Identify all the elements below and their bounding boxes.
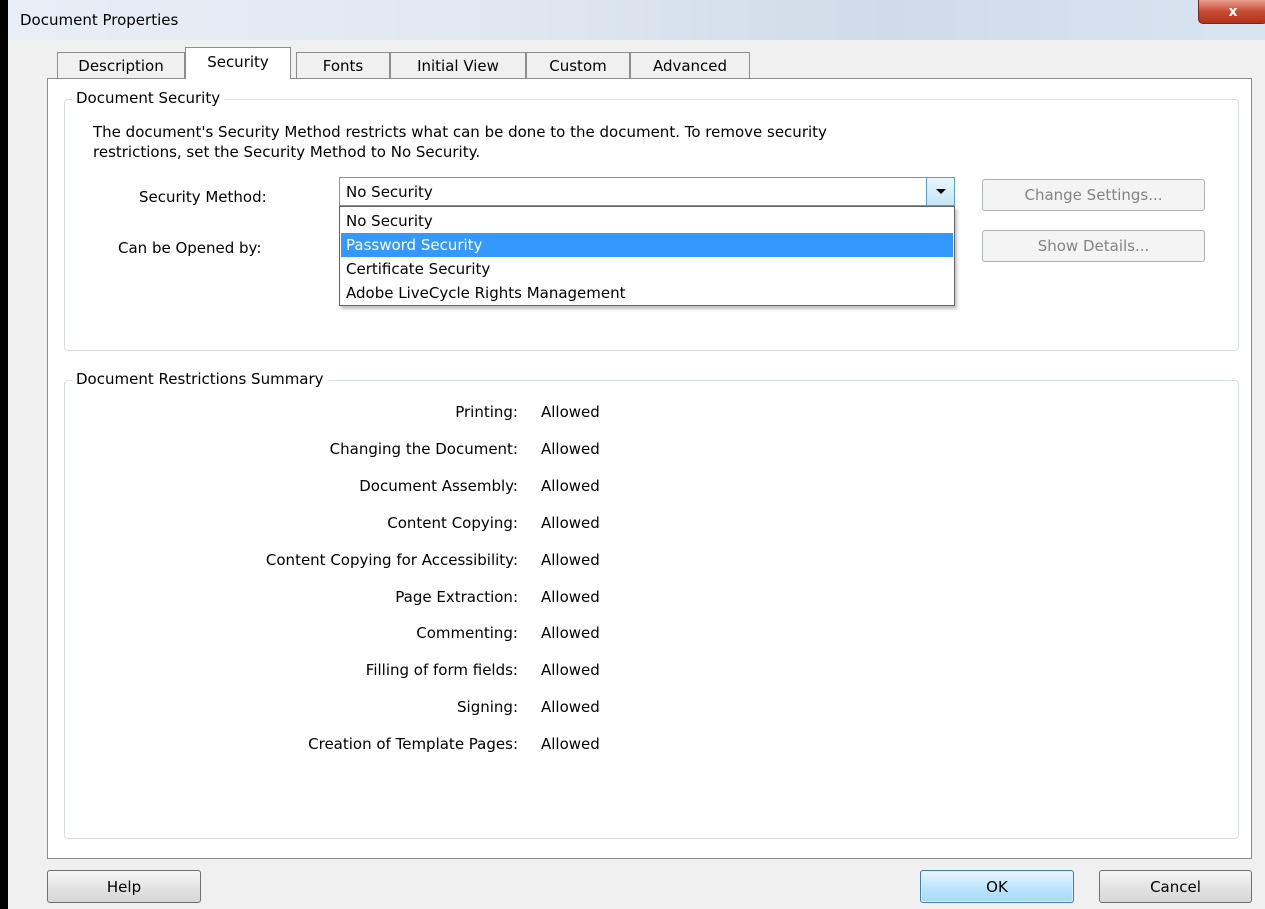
cancel-button[interactable]: Cancel bbox=[1099, 870, 1252, 903]
help-label: Help bbox=[106, 877, 142, 896]
tab-label: Fonts bbox=[322, 56, 364, 75]
restriction-label: Content Copying: bbox=[387, 514, 518, 532]
window-title: Document Properties bbox=[20, 11, 179, 29]
ok-label: OK bbox=[986, 877, 1008, 896]
tab-initial-view[interactable]: Initial View bbox=[390, 52, 526, 78]
ok-button[interactable]: OK bbox=[920, 870, 1074, 903]
dropdown-arrow-button[interactable] bbox=[926, 178, 954, 205]
restrictions-summary-title: Document Restrictions Summary bbox=[72, 370, 328, 388]
security-method-select[interactable]: No Security bbox=[339, 177, 955, 206]
help-button[interactable]: Help bbox=[47, 870, 201, 903]
restriction-value: Allowed bbox=[541, 477, 600, 495]
restriction-label: Commenting: bbox=[416, 624, 518, 642]
tab-security[interactable]: Security bbox=[185, 47, 291, 79]
security-description: The document's Security Method restricts… bbox=[93, 123, 827, 141]
restriction-label: Changing the Document: bbox=[329, 440, 518, 458]
cancel-label: Cancel bbox=[1150, 877, 1201, 896]
restriction-label: Content Copying for Accessibility: bbox=[265, 551, 518, 569]
restriction-label: Document Assembly: bbox=[359, 477, 518, 495]
show-details-button[interactable]: Show Details... bbox=[982, 230, 1205, 262]
tab-description[interactable]: Description bbox=[57, 52, 185, 78]
restriction-value: Allowed bbox=[541, 698, 600, 716]
show-details-label: Show Details... bbox=[1037, 237, 1150, 255]
security-method-dropdown-list: No Security Password Security Certificat… bbox=[339, 206, 955, 306]
change-settings-button[interactable]: Change Settings... bbox=[982, 179, 1205, 211]
security-description-continued: restrictions, set the Security Method to… bbox=[93, 143, 481, 161]
restriction-label: Filling of form fields: bbox=[365, 661, 518, 679]
tab-advanced[interactable]: Advanced bbox=[630, 52, 750, 78]
restriction-value: Allowed bbox=[541, 440, 600, 458]
dropdown-option-certificate-security[interactable]: Certificate Security bbox=[341, 257, 953, 281]
restriction-label: Creation of Template Pages: bbox=[308, 735, 518, 753]
restriction-label: Printing: bbox=[455, 403, 518, 421]
restriction-value: Allowed bbox=[541, 588, 600, 606]
restriction-label: Page Extraction: bbox=[395, 588, 518, 606]
title-bar[interactable]: Document Properties x bbox=[8, 0, 1265, 40]
restriction-value: Allowed bbox=[541, 735, 600, 753]
dropdown-option-password-security[interactable]: Password Security bbox=[341, 233, 953, 257]
security-method-value: No Security bbox=[346, 183, 433, 201]
dropdown-option-adobe-livecycle-rights-management[interactable]: Adobe LiveCycle Rights Management bbox=[341, 281, 953, 305]
restriction-value: Allowed bbox=[541, 403, 600, 421]
restriction-value: Allowed bbox=[541, 551, 600, 569]
restriction-label: Signing: bbox=[457, 698, 518, 716]
chevron-down-icon bbox=[935, 189, 946, 194]
tab-label: Initial View bbox=[417, 56, 499, 75]
tab-label: Description bbox=[78, 56, 164, 75]
tab-label: Advanced bbox=[652, 56, 728, 75]
restriction-value: Allowed bbox=[541, 514, 600, 532]
tab-label: Security bbox=[207, 53, 269, 71]
restriction-value: Allowed bbox=[541, 624, 600, 642]
close-icon: x bbox=[1228, 3, 1238, 20]
tab-label: Custom bbox=[549, 56, 607, 75]
dropdown-option-no-security[interactable]: No Security bbox=[341, 209, 953, 233]
document-security-title: Document Security bbox=[72, 89, 225, 107]
tab-fonts[interactable]: Fonts bbox=[296, 52, 390, 78]
restriction-value: Allowed bbox=[541, 661, 600, 679]
tab-custom[interactable]: Custom bbox=[526, 52, 630, 78]
can-be-opened-label: Can be Opened by: bbox=[118, 239, 262, 257]
close-button[interactable]: x bbox=[1198, 0, 1265, 24]
security-method-label: Security Method: bbox=[139, 188, 267, 206]
change-settings-label: Change Settings... bbox=[1024, 186, 1163, 204]
